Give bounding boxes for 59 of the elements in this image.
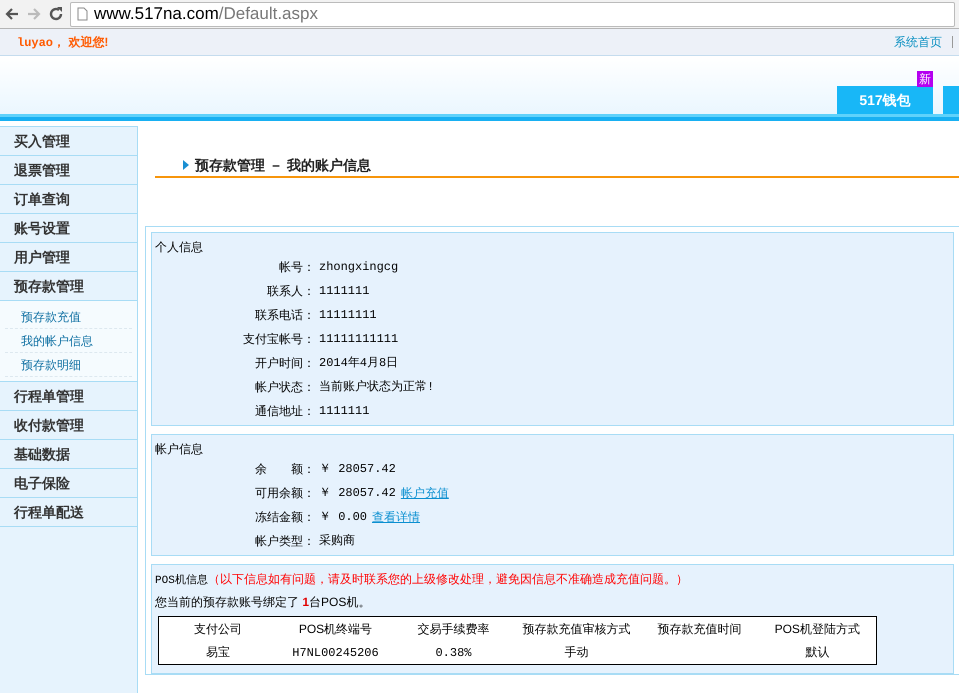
column-header: 预存款充值时间 — [658, 622, 742, 636]
new-badge: 新 — [917, 71, 933, 87]
table-cell: 手动 — [564, 646, 588, 660]
submenu-item[interactable]: 我的帐户信息 — [5, 329, 132, 353]
field-value: ￥ 28057.42 — [319, 461, 396, 478]
field-label: 帐号： — [279, 259, 315, 276]
column-header: 支付公司 — [194, 622, 242, 636]
section-title: 个人信息 — [155, 239, 204, 255]
field-label: 支付宝帐号： — [243, 331, 315, 348]
column-header: 交易手续费率 — [418, 622, 490, 636]
table-cell: 易宝 — [206, 646, 230, 660]
field-label: 可用余额： — [255, 485, 315, 502]
table-cell: 默认 — [805, 646, 830, 660]
field-label: 余 额： — [255, 461, 315, 478]
field-value: ￥ 28057.42 — [319, 485, 396, 502]
sidebar-item[interactable]: 账号设置 — [0, 214, 137, 243]
table-cell: 0.38% — [435, 646, 472, 660]
column-header: POS机终端号 — [298, 622, 372, 636]
column-header: POS机登陆方式 — [774, 622, 860, 636]
field-label: 帐户类型： — [255, 533, 315, 550]
field-value: 1111111 — [319, 283, 370, 300]
triangle-icon — [183, 160, 189, 170]
field-value: 1111111 — [319, 403, 370, 420]
submenu-item[interactable]: 预存款充值 — [5, 305, 132, 329]
section-title: POS机信息（以下信息如有问题，请及时联系您的上级修改处理，避免因信息不准确造成充值问题。） — [155, 571, 689, 589]
field-value: 11111111 — [319, 307, 377, 324]
submenu-item[interactable]: 预存款明细 — [5, 353, 132, 377]
field-value: ￥ 0.00 — [319, 509, 368, 526]
section-title: 帐户信息 — [155, 441, 204, 457]
column-header: 预存款充值审核方式 — [522, 622, 630, 636]
sidebar-item[interactable]: 订单查询 — [0, 185, 137, 214]
reload-icon[interactable] — [48, 6, 64, 22]
page-icon — [77, 7, 88, 21]
field-label: 联系电话： — [255, 307, 315, 324]
binding-text: 您当前的预存款账号绑定了 1台POS机。 — [155, 594, 372, 611]
sidebar-item[interactable]: 收付款管理 — [0, 411, 137, 440]
field-value: 当前账户状态为正常! — [319, 379, 434, 396]
field-value: 11111111111 — [319, 331, 398, 348]
field-value: 2014年4月8日 — [319, 355, 398, 372]
field-label: 通信地址： — [255, 403, 315, 420]
url-text: www.517na.com/Default.aspx — [94, 3, 318, 26]
field-label: 帐户状态： — [255, 379, 315, 396]
field-label: 开户时间： — [255, 355, 315, 372]
sidebar-item[interactable]: 行程单配送 — [0, 498, 137, 527]
sidebar-item[interactable]: 退票管理 — [0, 156, 137, 185]
page-title: 预存款管理 － 我的账户信息 — [195, 156, 371, 174]
sidebar-item[interactable]: 行程单管理 — [0, 382, 137, 411]
field-value: 采购商 — [319, 533, 355, 550]
sidebar-item[interactable]: 买入管理 — [0, 127, 137, 156]
address-bar[interactable]: www.517na.com/Default.aspx — [70, 2, 955, 26]
greeting-text: luyao， 欢迎您! — [17, 34, 108, 52]
sidebar-item[interactable]: 基础数据 — [0, 440, 137, 469]
sidebar-item[interactable]: 电子保险 — [0, 469, 137, 498]
field-value: zhongxingcg — [319, 259, 398, 276]
back-icon[interactable] — [4, 6, 20, 22]
field-label: 联系人： — [267, 283, 315, 300]
field-label: 冻结金额： — [255, 509, 315, 526]
table-cell: H7NL00245206 — [292, 646, 379, 660]
sidebar-item[interactable]: 用户管理 — [0, 243, 137, 272]
